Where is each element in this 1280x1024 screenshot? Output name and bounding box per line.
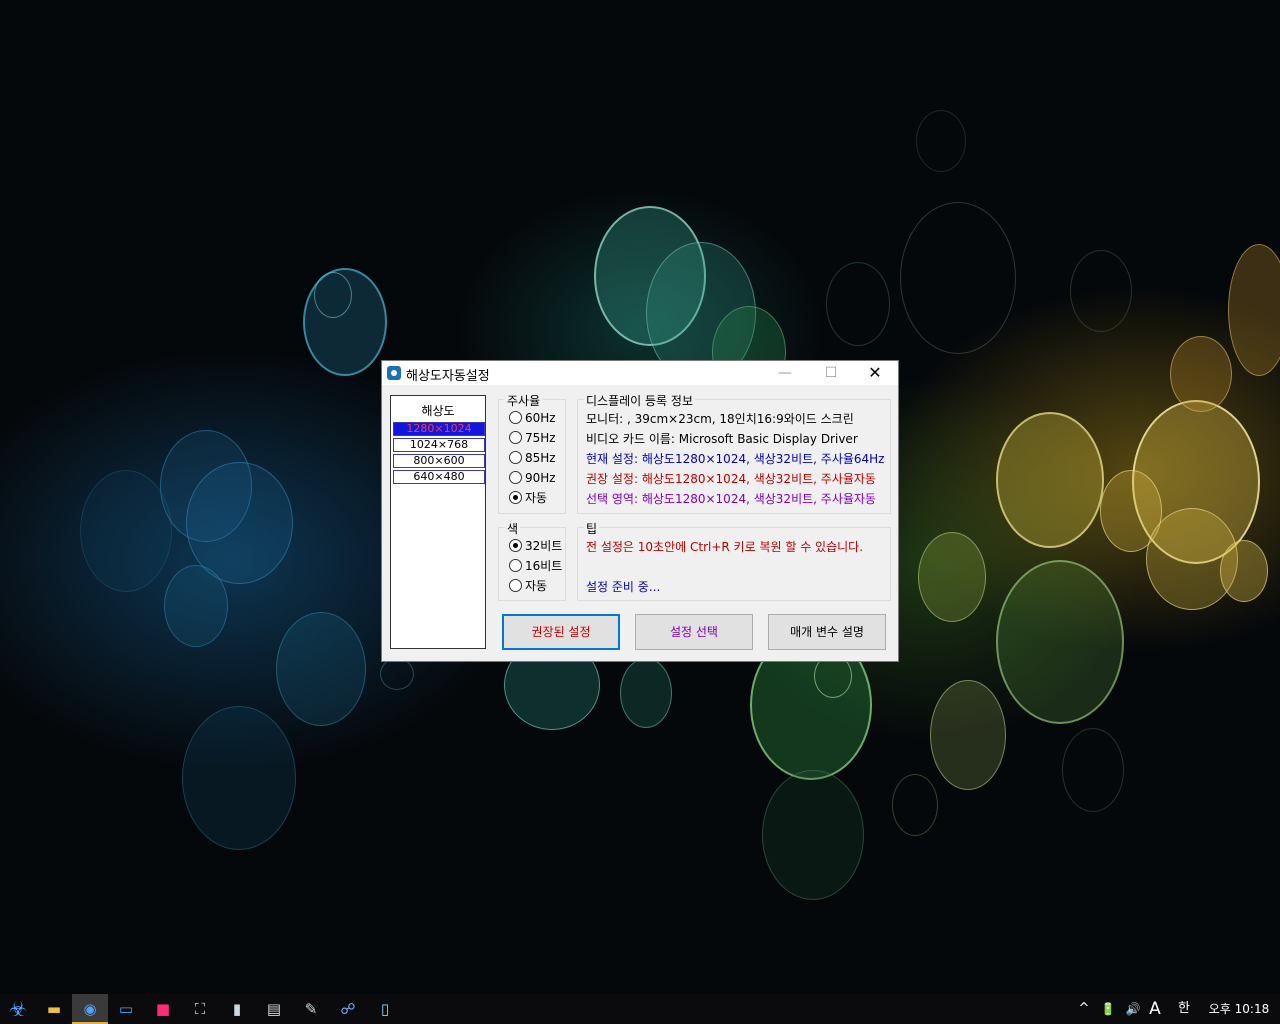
radio-60hz[interactable]: 60Hz xyxy=(509,410,556,426)
monitor-icon[interactable]: ▭ xyxy=(108,994,144,1024)
status-message: 설정 준비 중... xyxy=(586,580,661,594)
resolution-item-1280x1024[interactable]: 1280×1024 xyxy=(393,422,485,436)
resolution-list-title: 해상도 xyxy=(421,404,455,418)
network-icon[interactable]: ☍ xyxy=(330,994,366,1024)
radio-90hz[interactable]: 90Hz xyxy=(509,470,556,486)
radio-auto-color-label: 자동 xyxy=(525,579,548,593)
radio-checked-icon xyxy=(509,491,522,504)
radio-auto-refresh[interactable]: 자동 xyxy=(509,490,547,506)
radio-75hz-label: 75Hz xyxy=(525,431,556,445)
font-icon[interactable]: A xyxy=(1145,994,1165,1024)
parameter-help-button[interactable]: 매개 변수 설명 xyxy=(768,614,886,650)
display-info-group: 디스플레이 등록 정보 모니터: , 39cm×23cm, 18인치16:9와이… xyxy=(577,392,891,514)
resolution-app-icon[interactable]: ◉ xyxy=(72,994,108,1024)
tool-icon[interactable]: ✎ xyxy=(293,994,329,1024)
radio-85hz[interactable]: 85Hz xyxy=(509,450,556,466)
resolution-item-1024x768[interactable]: 1024×768 xyxy=(393,438,485,452)
current-settings-info: 현재 설정: 해상도1280×1024, 색상32비트, 주사율64Hz xyxy=(586,452,885,466)
radio-90hz-label: 90Hz xyxy=(525,471,556,485)
close-button[interactable]: ✕ xyxy=(852,361,898,385)
minimize-button[interactable]: — xyxy=(762,361,808,385)
radio-16bit-label: 16비트 xyxy=(525,559,563,573)
color-depth-label: 색 xyxy=(505,520,521,537)
clock[interactable]: 오후 10:18 xyxy=(1204,994,1274,1024)
tip-group: 팁 전 설정은 10초안에 Ctrl+R 키로 복원 할 수 있습니다. 설정 … xyxy=(577,520,891,601)
monitor-info: 모니터: , 39cm×23cm, 18인치16:9와이드 스크린 xyxy=(586,412,854,426)
window-title: 해상도자동설정 xyxy=(406,368,490,383)
printer-icon[interactable]: ▤ xyxy=(256,994,292,1024)
resolution-item-640x480[interactable]: 640×480 xyxy=(393,470,485,484)
radio-auto-color[interactable]: 자동 xyxy=(509,578,547,594)
radio-circle-icon xyxy=(509,431,522,444)
folder-icon[interactable]: ▬ xyxy=(36,994,72,1024)
resolution-dialog: 해상도자동설정 — ☐ ✕ 해상도 1280×1024 1024×768 800… xyxy=(381,360,899,662)
radio-circle-icon xyxy=(509,559,522,572)
video-card-info: 비디오 카드 이름: Microsoft Basic Display Drive… xyxy=(586,432,858,446)
recommended-settings-button[interactable]: 권장된 설정 xyxy=(502,614,620,650)
tray-chevron-icon[interactable]: ^ xyxy=(1074,994,1094,1024)
maximize-button[interactable]: ☐ xyxy=(808,361,854,385)
select-settings-button[interactable]: 설정 선택 xyxy=(635,614,753,650)
file-icon[interactable]: ▯ xyxy=(367,994,403,1024)
radio-16bit[interactable]: 16비트 xyxy=(509,558,562,574)
radio-85hz-label: 85Hz xyxy=(525,451,556,465)
screen-select-icon[interactable]: ⛶ xyxy=(182,994,218,1024)
volume-icon[interactable]: 🔊 xyxy=(1122,994,1144,1024)
tip-message: 전 설정은 10초안에 Ctrl+R 키로 복원 할 수 있습니다. xyxy=(586,540,864,554)
radio-auto-refresh-label: 자동 xyxy=(525,491,548,505)
radio-circle-icon xyxy=(509,579,522,592)
refresh-rate-label: 주사율 xyxy=(505,392,543,409)
tip-label: 팁 xyxy=(584,520,600,537)
radio-32bit[interactable]: 32비트 xyxy=(509,538,562,554)
color-depth-group: 색 32비트 16비트 자동 xyxy=(498,520,566,601)
title-bar[interactable]: 해상도자동설정 — ☐ ✕ xyxy=(382,361,898,385)
app-red-icon[interactable]: ■ xyxy=(145,994,181,1024)
radio-circle-icon xyxy=(509,471,522,484)
display-info-label: 디스플레이 등록 정보 xyxy=(584,392,695,409)
radio-32bit-label: 32비트 xyxy=(525,539,563,553)
usb-drive-icon[interactable]: ▮ xyxy=(219,994,255,1024)
selection-info: 선택 영역: 해상도1280×1024, 색상32비트, 주사율자동 xyxy=(586,492,876,506)
battery-icon[interactable]: 🔋 xyxy=(1096,994,1120,1024)
taskbar: ☣ ▬ ◉ ▭ ■ ⛶ ▮ ▤ ✎ ☍ ▯ ^ 🔋 🔊 A 한 오후 10:18 xyxy=(0,994,1280,1024)
resolution-list[interactable]: 해상도 1280×1024 1024×768 800×600 640×480 xyxy=(390,395,486,649)
radio-checked-icon xyxy=(509,539,522,552)
resolution-item-800x600[interactable]: 800×600 xyxy=(393,454,485,468)
radio-60hz-label: 60Hz xyxy=(525,411,556,425)
radio-circle-icon xyxy=(509,451,522,464)
ime-indicator[interactable]: 한 xyxy=(1172,994,1196,1024)
radio-75hz[interactable]: 75Hz xyxy=(509,430,556,446)
recommended-settings-info: 권장 설정: 해상도1280×1024, 색상32비트, 주사율자동 xyxy=(586,472,876,486)
radio-circle-icon xyxy=(509,411,522,424)
biohazard-icon[interactable]: ☣ xyxy=(0,994,36,1024)
refresh-rate-group: 주사율 60Hz 75Hz 85Hz 90Hz 자동 xyxy=(498,392,566,514)
app-icon xyxy=(387,366,401,380)
